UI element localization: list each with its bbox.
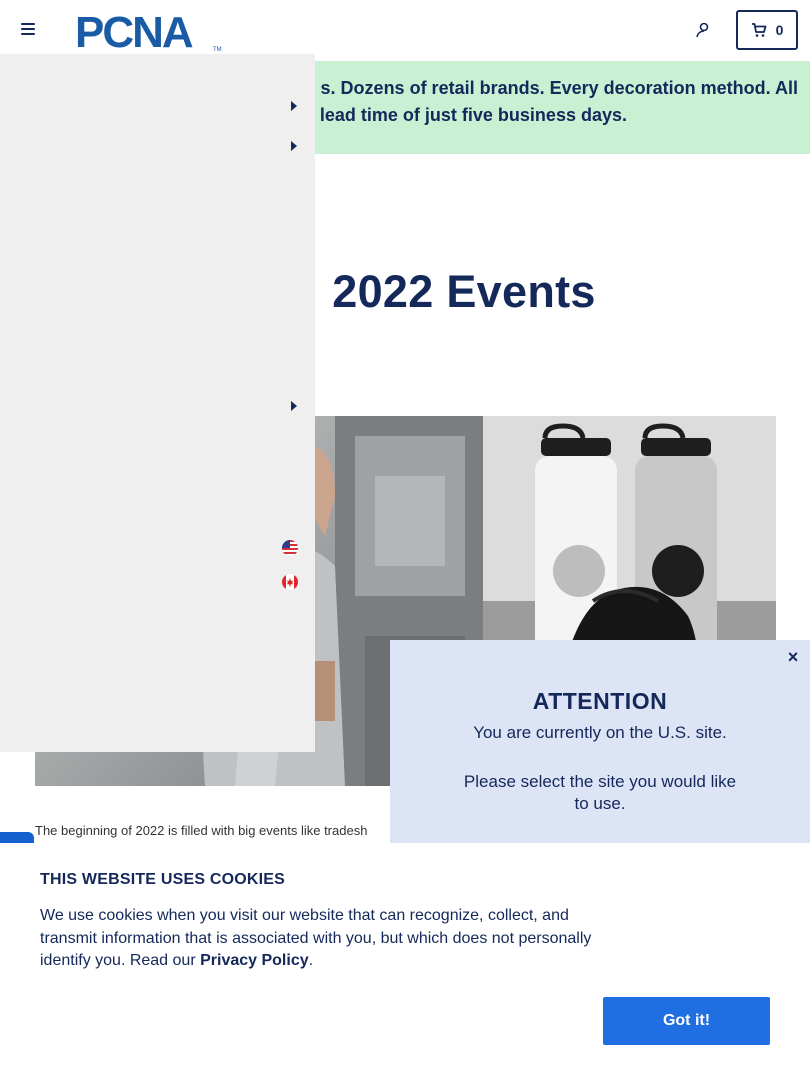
cart-icon — [751, 23, 766, 37]
cart-button[interactable]: 0 — [736, 10, 798, 50]
attention-current-site: You are currently on the U.S. site. — [473, 723, 727, 742]
expand-arrow-icon[interactable] — [290, 101, 298, 111]
logo-text: PCNA — [75, 9, 193, 53]
attention-select-prompt: Please select the site you would like to… — [463, 772, 737, 813]
cookie-title: THIS WEBSITE USES COOKIES — [40, 871, 286, 888]
intro-text: The beginning of 2022 is filled with big… — [35, 823, 368, 838]
canada-flag-icon[interactable] — [282, 574, 298, 590]
attention-title: ATTENTION — [532, 688, 668, 714]
expand-arrow-icon[interactable] — [290, 401, 298, 411]
menu-icon[interactable] — [21, 23, 35, 37]
cart-count: 0 — [775, 22, 784, 38]
privacy-policy-link[interactable]: Privacy Policy — [200, 952, 309, 969]
account-icon[interactable] — [694, 21, 712, 39]
expand-arrow-icon[interactable] — [290, 141, 298, 151]
cookie-body-tail: . — [308, 952, 314, 969]
cookie-body-text: We use cookies when you visit our websit… — [40, 907, 592, 969]
side-nav-drawer — [0, 54, 315, 752]
cookie-body: We use cookies when you visit our websit… — [40, 905, 610, 973]
accept-cookies-button[interactable]: Got it! — [603, 997, 770, 1045]
close-icon[interactable]: × — [785, 648, 801, 666]
site-select-modal — [390, 640, 810, 860]
pcna-logo[interactable]: PCNA TM — [75, 9, 225, 53]
site-header: PCNA TM 0 — [0, 0, 810, 61]
logo-tm: TM — [213, 47, 222, 53]
us-flag-icon[interactable] — [282, 540, 298, 556]
